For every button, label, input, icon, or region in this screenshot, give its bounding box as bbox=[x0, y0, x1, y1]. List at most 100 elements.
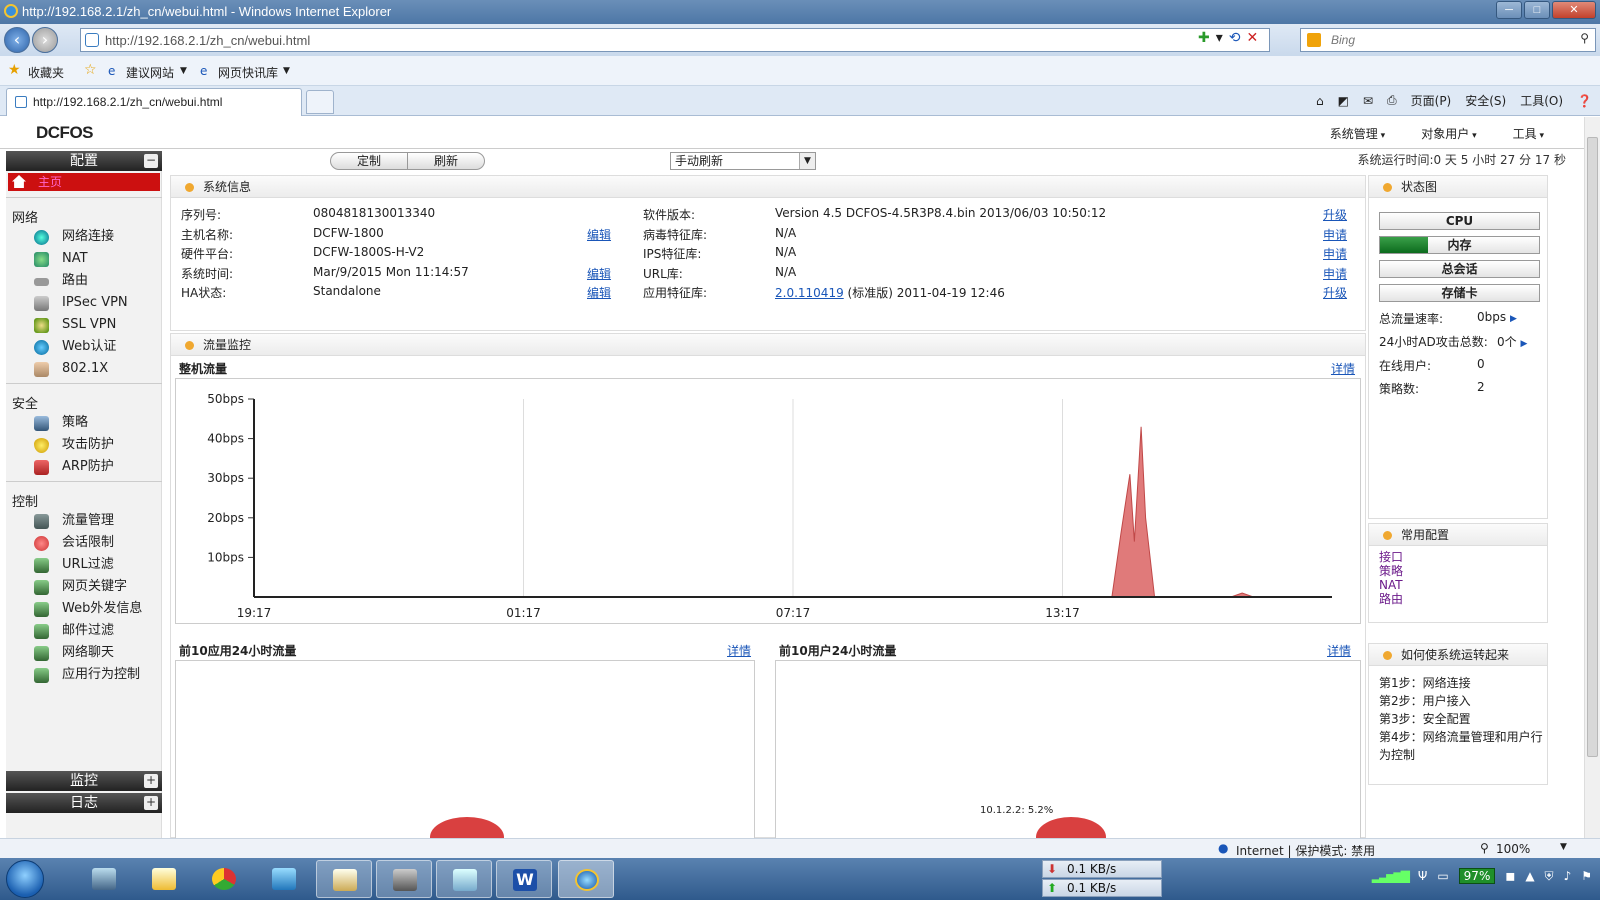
sidebar-item-route[interactable]: 路由 bbox=[34, 271, 88, 291]
top-users-detail-link[interactable]: 详情 bbox=[1327, 642, 1351, 659]
app-signature-version-link[interactable]: 2.0.110419 bbox=[775, 286, 844, 300]
back-button[interactable]: ‹ bbox=[4, 27, 30, 53]
sidebar-item-url-filter[interactable]: URL过滤 bbox=[34, 555, 114, 575]
customize-button[interactable]: 定制 bbox=[330, 152, 408, 170]
taskbar-computer[interactable] bbox=[76, 860, 132, 898]
maximize-button[interactable]: □ bbox=[1524, 1, 1550, 19]
scrollbar-thumb[interactable] bbox=[1587, 137, 1598, 757]
security-icon[interactable]: ⛨ bbox=[1545, 869, 1554, 884]
sessions-button[interactable]: 总会话 bbox=[1379, 260, 1540, 278]
collapse-icon[interactable]: − bbox=[144, 154, 158, 168]
chevron-down-icon[interactable]: ▼ bbox=[283, 66, 290, 76]
taskbar-chrome[interactable] bbox=[196, 860, 252, 898]
add-favorite-icon[interactable]: ☆ bbox=[84, 62, 97, 78]
sidebar-item-nat[interactable]: NAT bbox=[34, 249, 88, 269]
sysinfo-action-link[interactable]: 申请 bbox=[1323, 226, 1347, 243]
sysinfo-action-link[interactable]: 升级 bbox=[1323, 284, 1347, 301]
dropdown-icon[interactable]: ▾ bbox=[1216, 30, 1223, 46]
chevron-down-icon[interactable]: ▼ bbox=[799, 153, 815, 169]
sysinfo-action-link[interactable]: 申请 bbox=[1323, 245, 1347, 262]
menu-system-management[interactable]: 系统管理 bbox=[1330, 125, 1385, 142]
page-menu[interactable]: 页面(P) bbox=[1411, 92, 1452, 109]
arrow-right-icon[interactable]: ▶ bbox=[1520, 339, 1527, 349]
sidebar-config-header[interactable]: 配置 − bbox=[6, 151, 162, 171]
show-hidden-icon[interactable]: ▲ bbox=[1525, 869, 1534, 883]
menu-tools[interactable]: 工具 bbox=[1513, 125, 1544, 142]
stop-icon[interactable]: ✕ bbox=[1247, 30, 1259, 46]
suggested-sites-link[interactable]: 建议网站 bbox=[126, 64, 174, 81]
sidebar-item-attack-defense[interactable]: 攻击防护 bbox=[34, 435, 114, 455]
taskbar-folder[interactable] bbox=[136, 860, 192, 898]
mail-icon[interactable]: ✉ bbox=[1363, 94, 1373, 108]
stat-value[interactable]: 0个 ▶ bbox=[1497, 333, 1527, 350]
sidebar-item-traffic-management[interactable]: 流量管理 bbox=[34, 511, 114, 531]
link-policy[interactable]: 策略 bbox=[1379, 564, 1403, 578]
sidebar-item-home[interactable]: 主页 bbox=[8, 173, 160, 191]
sidebar-item-mail-filter[interactable]: 邮件过滤 bbox=[34, 621, 114, 641]
storage-button[interactable]: 存储卡 bbox=[1379, 284, 1540, 302]
page-scrollbar[interactable] bbox=[1584, 117, 1600, 838]
refresh-mode-select[interactable]: 手动刷新 ▼ bbox=[670, 152, 816, 170]
menu-object-users[interactable]: 对象用户 bbox=[1421, 125, 1476, 142]
start-button[interactable] bbox=[6, 860, 44, 898]
home-icon[interactable]: ⌂ bbox=[1316, 94, 1324, 108]
power-icon[interactable]: ◼ bbox=[1505, 869, 1515, 883]
link-route[interactable]: 路由 bbox=[1379, 592, 1403, 606]
taskbar-word[interactable]: W bbox=[496, 860, 552, 898]
stat-value[interactable]: 0bps ▶ bbox=[1477, 310, 1517, 324]
expand-icon[interactable]: + bbox=[144, 796, 158, 810]
close-button[interactable]: ✕ bbox=[1552, 1, 1596, 19]
minimize-button[interactable]: ─ bbox=[1496, 1, 1522, 19]
taskbar-terminal[interactable] bbox=[376, 860, 432, 898]
battery-indicator[interactable]: 97% bbox=[1458, 868, 1496, 884]
sidebar-item-network-connection[interactable]: 网络连接 bbox=[34, 227, 114, 247]
cpu-button[interactable]: CPU bbox=[1379, 212, 1540, 230]
taskbar-ie[interactable] bbox=[558, 860, 614, 898]
chevron-down-icon[interactable]: ▼ bbox=[1560, 842, 1567, 852]
link-nat[interactable]: NAT bbox=[1379, 578, 1403, 592]
address-input[interactable]: http://192.168.2.1/zh_cn/webui.html bbox=[80, 28, 1270, 52]
sysinfo-action-link[interactable]: 升级 bbox=[1323, 206, 1347, 223]
taskbar-qq[interactable] bbox=[256, 860, 312, 898]
sidebar-log-header[interactable]: 日志 + bbox=[6, 793, 162, 813]
refresh-icon[interactable]: ⟲ bbox=[1229, 30, 1241, 46]
taskbar-explorer[interactable] bbox=[316, 860, 372, 898]
sidebar-item-web-keyword[interactable]: 网页关键字 bbox=[34, 577, 127, 597]
chevron-down-icon[interactable]: ▼ bbox=[180, 66, 187, 76]
link-interface[interactable]: 接口 bbox=[1379, 550, 1403, 564]
sysinfo-edit-link[interactable]: 编辑 bbox=[587, 226, 611, 243]
taskbar-notepad[interactable] bbox=[436, 860, 492, 898]
wireless-icon[interactable]: Ψ bbox=[1418, 869, 1427, 883]
new-tab-button[interactable] bbox=[306, 90, 334, 114]
security-zone-text[interactable]: Internet | 保护模式: 禁用 bbox=[1236, 842, 1375, 859]
zoom-level[interactable]: 100% bbox=[1496, 842, 1530, 856]
sidebar-item-ipsec-vpn[interactable]: IPSec VPN bbox=[34, 293, 128, 313]
expand-icon[interactable]: + bbox=[144, 774, 158, 788]
sidebar-item-session-limit[interactable]: 会话限制 bbox=[34, 533, 114, 553]
sidebar-monitor-header[interactable]: 监控 + bbox=[6, 771, 162, 791]
flag-icon[interactable]: ⚑ bbox=[1581, 869, 1592, 883]
safety-menu[interactable]: 安全(S) bbox=[1465, 92, 1506, 109]
search-input[interactable]: Bing ⚲ bbox=[1300, 28, 1596, 52]
signal-icon[interactable]: ▂▃▅▆▇ bbox=[1372, 869, 1410, 883]
sidebar-item-web-outbound[interactable]: Web外发信息 bbox=[34, 599, 142, 619]
volume-icon[interactable]: ♪ bbox=[1564, 869, 1572, 883]
whole-traffic-detail-link[interactable]: 详情 bbox=[1331, 360, 1355, 377]
feeds-icon[interactable]: ◩ bbox=[1338, 94, 1349, 108]
search-icon[interactable]: ⚲ bbox=[1580, 31, 1589, 45]
help-icon[interactable]: ❓ bbox=[1577, 94, 1592, 108]
tools-menu[interactable]: 工具(O) bbox=[1520, 92, 1563, 109]
sidebar-item-app-behavior[interactable]: 应用行为控制 bbox=[34, 665, 140, 685]
sysinfo-edit-link[interactable]: 编辑 bbox=[587, 284, 611, 301]
arrow-right-icon[interactable]: ▶ bbox=[1510, 314, 1517, 324]
sidebar-item-im-chat[interactable]: 网络聊天 bbox=[34, 643, 114, 663]
sidebar-item-8021x[interactable]: 802.1X bbox=[34, 359, 108, 379]
compat-icon[interactable]: ✚ bbox=[1198, 30, 1210, 46]
refresh-button[interactable]: 刷新 bbox=[407, 152, 485, 170]
memory-button[interactable]: 内存 bbox=[1379, 236, 1540, 254]
top-apps-detail-link[interactable]: 详情 bbox=[727, 642, 751, 659]
favorites-button[interactable]: 收藏夹 bbox=[28, 64, 64, 81]
sidebar-item-ssl-vpn[interactable]: SSL VPN bbox=[34, 315, 116, 335]
browser-tab[interactable]: http://192.168.2.1/zh_cn/webui.html bbox=[6, 88, 302, 116]
sidebar-item-arp-defense[interactable]: ARP防护 bbox=[34, 457, 114, 477]
